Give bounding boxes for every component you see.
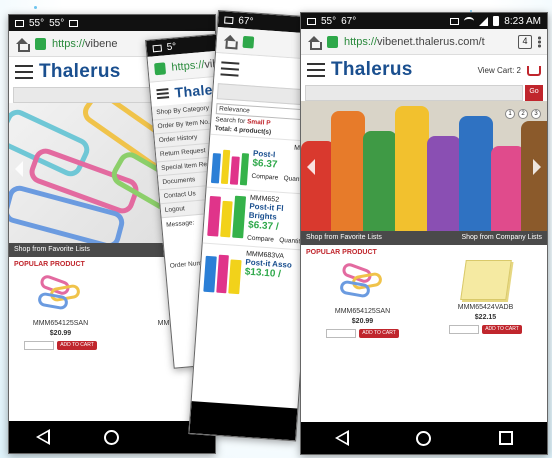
image-icon <box>224 15 234 24</box>
url-field[interactable]: https://vibenet.thalerus.com/t <box>344 36 512 48</box>
hamburger-menu-icon[interactable] <box>307 63 325 77</box>
product-image[interactable] <box>210 139 250 186</box>
status-temp: 55° <box>29 17 45 29</box>
home-icon[interactable] <box>15 37 30 52</box>
shop-from-favorites-link[interactable]: Shop from Favorite Lists <box>306 231 382 245</box>
product-card[interactable]: MMM654125SAN $20.99 ADD TO CART <box>9 268 112 350</box>
brand-logo[interactable]: Thalerus <box>331 59 413 81</box>
hamburger-menu-icon[interactable] <box>156 88 170 100</box>
signal-icon <box>479 16 489 26</box>
status-temp: 55° <box>321 15 337 27</box>
sparkle-decoration <box>34 6 37 9</box>
product-image[interactable] <box>34 272 88 316</box>
home-icon[interactable] <box>307 35 322 50</box>
search-term: Small P <box>246 118 271 127</box>
android-nav-bar <box>9 421 215 453</box>
browser-url-bar: https://vibenet.thalerus.com/t 4 <box>301 29 547 55</box>
recents-icon[interactable] <box>499 431 514 445</box>
search-prefix: Search for <box>215 116 246 126</box>
popular-product-heading: POPULAR PRODUCT <box>306 249 377 256</box>
carousel-next-icon[interactable] <box>533 159 541 175</box>
search-go-button[interactable]: Go <box>525 85 543 101</box>
product-price: $22.15 <box>474 314 497 321</box>
list-item[interactable]: MMM652 Post-it Fl Brights $6.37 / Compar… <box>202 186 313 250</box>
android-nav-bar <box>189 401 298 441</box>
back-icon[interactable] <box>36 429 51 445</box>
home-nav-icon[interactable] <box>104 429 120 445</box>
hero-banner-colored-pencils[interactable]: 1 2 3 <box>301 101 547 231</box>
view-cart-link[interactable]: View Cart: 2 <box>478 66 521 75</box>
product-image[interactable] <box>336 260 390 304</box>
notification-icon <box>15 19 24 27</box>
lock-icon <box>35 37 46 50</box>
status-bar: 55° 55° <box>9 15 215 31</box>
product-sku: MMM65424VADB <box>457 304 514 311</box>
mail-icon <box>69 19 79 27</box>
nfc-icon <box>450 17 460 25</box>
hamburger-menu-icon[interactable] <box>15 65 33 79</box>
status-notif: 5° <box>166 40 177 53</box>
lock-icon <box>327 35 338 48</box>
status-bar: 55° 67° 8:23 AM <box>301 13 547 29</box>
product-grid: MMM654125SAN $20.99 ADD TO CART MMM65424… <box>301 256 547 338</box>
product-image[interactable] <box>459 260 512 300</box>
lock-icon <box>242 35 255 49</box>
notification-icon <box>152 44 163 52</box>
phone-screenshot-home-right: 55° 67° 8:23 AM https://vibenet.thalerus… <box>300 12 548 455</box>
lock-icon <box>154 61 167 75</box>
product-card[interactable]: MMM65424VADB $22.15 ADD TO CART <box>424 256 547 338</box>
quantity-input[interactable] <box>326 329 357 338</box>
image-icon <box>307 17 316 25</box>
quantity-input[interactable] <box>24 341 55 350</box>
home-nav-icon[interactable] <box>416 430 432 446</box>
shop-from-favorites-link[interactable]: Shop from Favorite Lists <box>14 243 90 257</box>
compare-checkbox[interactable]: Compare <box>251 173 278 182</box>
wifi-icon <box>464 17 475 25</box>
status-temp-2: 55° <box>49 17 65 29</box>
carousel-page-2[interactable]: 2 <box>518 109 528 119</box>
compare-checkbox[interactable]: Compare <box>247 235 274 244</box>
product-price: $20.99 <box>49 330 72 337</box>
site-header: Thalerus View Cart: 2 <box>301 55 547 85</box>
product-sku: MMM654125SAN <box>334 308 391 315</box>
product-image[interactable] <box>207 192 247 239</box>
shop-from-company-link[interactable]: Shop from Company Lists <box>461 231 542 245</box>
product-sku: MMM654125SAN <box>32 320 89 327</box>
product-image[interactable] <box>203 248 242 295</box>
battery-icon <box>493 16 500 26</box>
list-item[interactable]: MMM683VA Post-it Asso $13.10 / <box>199 242 309 303</box>
status-temp-2: 67° <box>341 15 357 27</box>
search-row: Go <box>301 85 547 101</box>
add-to-cart-button[interactable]: ADD TO CART <box>359 329 399 338</box>
quantity-input[interactable] <box>449 325 480 334</box>
add-to-cart-button[interactable]: ADD TO CART <box>482 325 522 334</box>
cart-icon[interactable] <box>527 66 541 76</box>
android-nav-bar <box>301 422 547 454</box>
hamburger-menu-icon[interactable] <box>220 61 240 77</box>
status-time: 8:23 AM <box>504 15 541 27</box>
carousel-page-3[interactable]: 3 <box>531 109 541 119</box>
carousel-prev-icon[interactable] <box>15 161 23 177</box>
carousel-prev-icon[interactable] <box>307 159 315 175</box>
home-icon[interactable] <box>223 34 238 47</box>
status-temp: 67° <box>237 14 254 27</box>
overflow-menu-icon[interactable] <box>538 35 541 48</box>
carousel-page-1[interactable]: 1 <box>505 109 515 119</box>
carousel-pager: 1 2 3 <box>505 109 541 119</box>
shop-lists-bar: Shop from Favorite Lists Shop from Compa… <box>301 231 547 245</box>
back-icon[interactable] <box>334 430 349 446</box>
search-input[interactable] <box>305 85 523 101</box>
tab-switcher-button[interactable]: 4 <box>518 34 532 49</box>
product-price: $20.99 <box>351 318 374 325</box>
add-to-cart-button[interactable]: ADD TO CART <box>57 341 97 350</box>
product-card[interactable]: MMM654125SAN $20.99 ADD TO CART <box>301 256 424 338</box>
brand-logo[interactable]: Thalerus <box>39 61 121 83</box>
